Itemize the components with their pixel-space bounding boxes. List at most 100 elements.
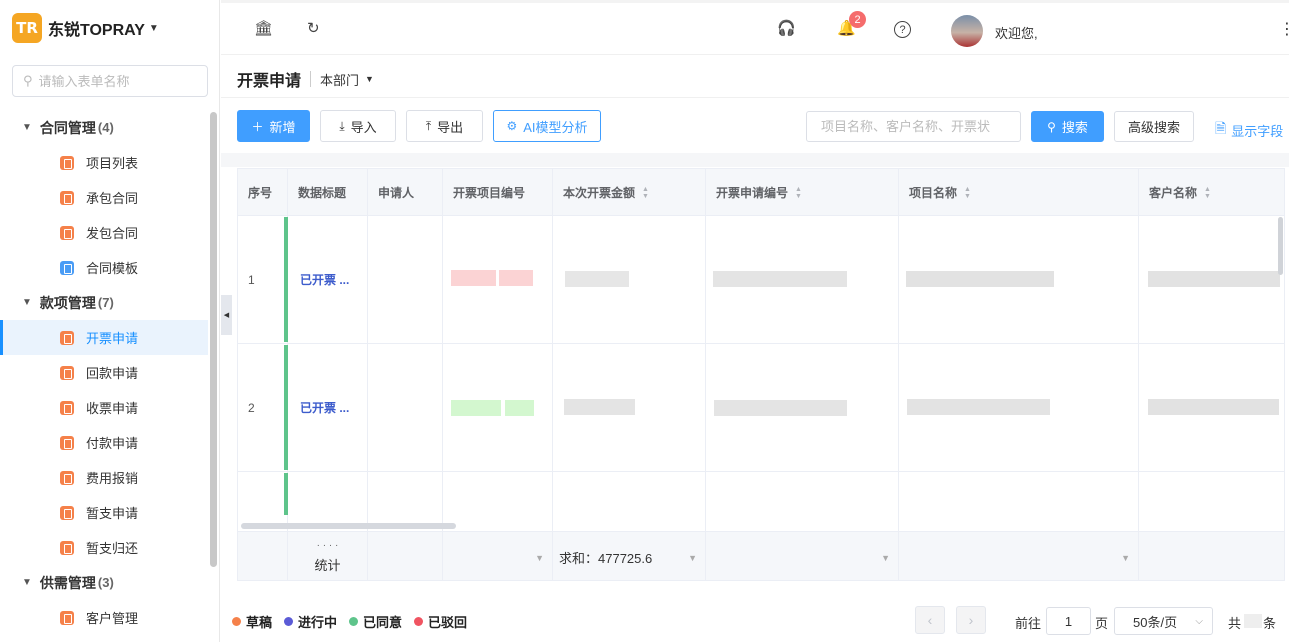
menu-item-receipt-request[interactable]: 回款申请 xyxy=(0,355,208,390)
divider xyxy=(310,71,312,87)
page-size-select[interactable]: 50条/页 ⌵ xyxy=(1114,607,1213,635)
import-button[interactable]: ⤓ 导入 xyxy=(320,110,396,142)
robot-icon: ⚙ xyxy=(506,119,518,133)
show-fields-link[interactable]: 🗎 显示字段 xyxy=(1215,118,1283,142)
row-index: 1 xyxy=(238,216,288,343)
redacted-block xyxy=(451,400,501,416)
summary-dropdown[interactable]: ▼ xyxy=(443,532,553,580)
notification-badge: 2 xyxy=(849,11,866,28)
bank-icon[interactable]: 🏛 xyxy=(254,19,273,37)
collapse-sidebar-button[interactable]: ◀ xyxy=(221,295,232,335)
import-icon: ⤓ xyxy=(339,118,345,133)
help-icon[interactable]: ? xyxy=(894,21,911,38)
redacted-block xyxy=(1148,271,1280,287)
prev-page-button[interactable]: ‹ xyxy=(915,606,945,634)
form-search-input[interactable] xyxy=(38,73,189,89)
row-title-link[interactable]: 已开票 ... xyxy=(288,216,368,343)
chevron-down-icon: ⌵ xyxy=(1195,615,1203,627)
menu-group-label: 款项管理 xyxy=(39,294,96,311)
summary-sum: 求和：477725.6 xyxy=(559,551,653,566)
caret-down-icon[interactable]: ▼ xyxy=(365,74,374,84)
advanced-search-button[interactable]: 高级搜索 xyxy=(1114,111,1194,142)
top-bar: 🏛 ↻ 🎧 🔔 2 ? 欢迎您, ⋮ xyxy=(221,0,1289,55)
redacted-block xyxy=(505,400,534,416)
column-header-sortable[interactable]: 项目名称 ▲ ▼ xyxy=(899,169,1139,216)
menu-item-invoice-receive[interactable]: 收票申请 xyxy=(0,390,208,425)
search-button[interactable]: ⚲ 搜索 xyxy=(1031,111,1104,142)
form-icon xyxy=(60,610,74,625)
brand-name: 东锐TOPRAY xyxy=(48,22,145,39)
column-header-sortable[interactable]: 本次开票金额 ▲ ▼ xyxy=(553,169,706,216)
menu-item-label: 发包合同 xyxy=(86,226,139,241)
redacted-block xyxy=(499,270,533,286)
row-index: 2 xyxy=(238,344,288,471)
redacted-block xyxy=(714,400,847,416)
advanced-search-label: 高级搜索 xyxy=(1127,120,1180,135)
caret-down-icon: ▼ xyxy=(22,297,32,308)
summary-label: 统计 xyxy=(314,558,341,573)
show-fields-label: 显示字段 xyxy=(1231,123,1284,139)
status-indicator xyxy=(284,345,288,470)
export-button[interactable]: ⤒ 导出 xyxy=(406,110,483,142)
scope-dropdown[interactable]: 本部门 xyxy=(320,70,359,89)
summary-dropdown[interactable]: ▼ xyxy=(899,532,1139,580)
menu-item-payment-request[interactable]: 付款申请 xyxy=(0,425,208,460)
summary-dropdown[interactable]: 求和：477725.6 ▼ xyxy=(553,532,706,580)
sidebar-scrollbar[interactable] xyxy=(210,112,217,567)
menu-item-label: 开票申请 xyxy=(86,331,139,346)
menu-item-subcontract-out[interactable]: 发包合同 xyxy=(0,215,208,250)
menu-item-label: 暂支申请 xyxy=(86,506,139,521)
sort-icon[interactable]: ▲ ▼ xyxy=(1204,186,1211,200)
search-button-label: 搜索 xyxy=(1061,120,1088,135)
avatar[interactable] xyxy=(951,15,983,47)
menu-item-subcontract-in[interactable]: 承包合同 xyxy=(0,180,208,215)
menu-item-expense[interactable]: 费用报销 xyxy=(0,460,208,495)
section-separator xyxy=(221,153,1289,167)
redacted-block xyxy=(565,271,629,287)
menu-item-contract-template[interactable]: 合同模板 xyxy=(0,250,208,285)
welcome-text: 欢迎您, xyxy=(995,26,1038,41)
menu-group-label: 合同管理 xyxy=(39,119,96,136)
ai-analysis-button[interactable]: ⚙ AI模型分析 xyxy=(493,110,601,142)
table-search-input[interactable] xyxy=(806,111,1021,142)
menu-group-supply[interactable]: ▼ 供需管理 (3) xyxy=(0,565,208,600)
chevron-left-icon: ‹ xyxy=(927,612,933,628)
form-search[interactable]: ⚲ xyxy=(12,65,208,97)
summary-dropdown[interactable]: ▼ xyxy=(706,532,899,580)
column-header-sortable[interactable]: 客户名称 ▲ ▼ xyxy=(1139,169,1284,216)
status-legend: 草稿 进行中 已同意 已驳回 xyxy=(232,612,479,631)
redacted-block xyxy=(713,271,847,287)
sort-icon[interactable]: ▲ ▼ xyxy=(795,186,802,200)
sort-icon[interactable]: ▲ ▼ xyxy=(642,186,649,200)
redacted-block xyxy=(451,270,496,286)
table-horizontal-scrollbar[interactable] xyxy=(241,523,456,529)
menu-group-count: (4) xyxy=(97,120,114,135)
sidebar: TR 东锐TOPRAY ▼ ⚲ ▼ 合同管理(4) 项目列表 承包合同 发包合同 … xyxy=(0,0,220,642)
sort-icon[interactable]: ▲ ▼ xyxy=(964,186,971,200)
form-icon xyxy=(60,505,74,520)
menu-item-advance-return[interactable]: 暂支归还 xyxy=(0,530,208,565)
table-vertical-scrollbar[interactable] xyxy=(1278,217,1283,275)
menu-item-invoice-request[interactable]: 开票申请 xyxy=(0,320,208,355)
brand-switcher[interactable]: TR 东锐TOPRAY ▼ xyxy=(12,12,159,44)
status-dot xyxy=(414,617,424,626)
plus-icon: ＋ xyxy=(251,119,264,134)
page-number-input[interactable] xyxy=(1046,607,1091,635)
divider xyxy=(221,97,1289,98)
export-button-label: 导出 xyxy=(437,119,464,135)
menu-item-project-list[interactable]: 项目列表 xyxy=(0,145,208,180)
menu-item-customer[interactable]: 客户管理 xyxy=(0,600,208,635)
refresh-icon[interactable]: ↻ xyxy=(307,19,320,37)
more-vertical-icon[interactable]: ⋮ xyxy=(1279,19,1289,39)
next-page-button[interactable]: › xyxy=(956,606,986,634)
menu-group-payment[interactable]: ▼ 款项管理 (7) xyxy=(0,285,208,320)
form-icon xyxy=(60,435,74,450)
headset-icon[interactable]: 🎧 xyxy=(777,19,796,37)
menu-item-advance-request[interactable]: 暂支申请 xyxy=(0,495,208,530)
column-header-sortable[interactable]: 开票申请编号 ▲ ▼ xyxy=(706,169,899,216)
redacted-block xyxy=(907,399,1050,415)
row-title-link[interactable]: 已开票 ... xyxy=(288,344,368,471)
add-button[interactable]: ＋ 新增 xyxy=(237,110,310,142)
form-icon xyxy=(60,190,74,205)
menu-group-contract[interactable]: ▼ 合同管理 (4) xyxy=(0,110,208,145)
